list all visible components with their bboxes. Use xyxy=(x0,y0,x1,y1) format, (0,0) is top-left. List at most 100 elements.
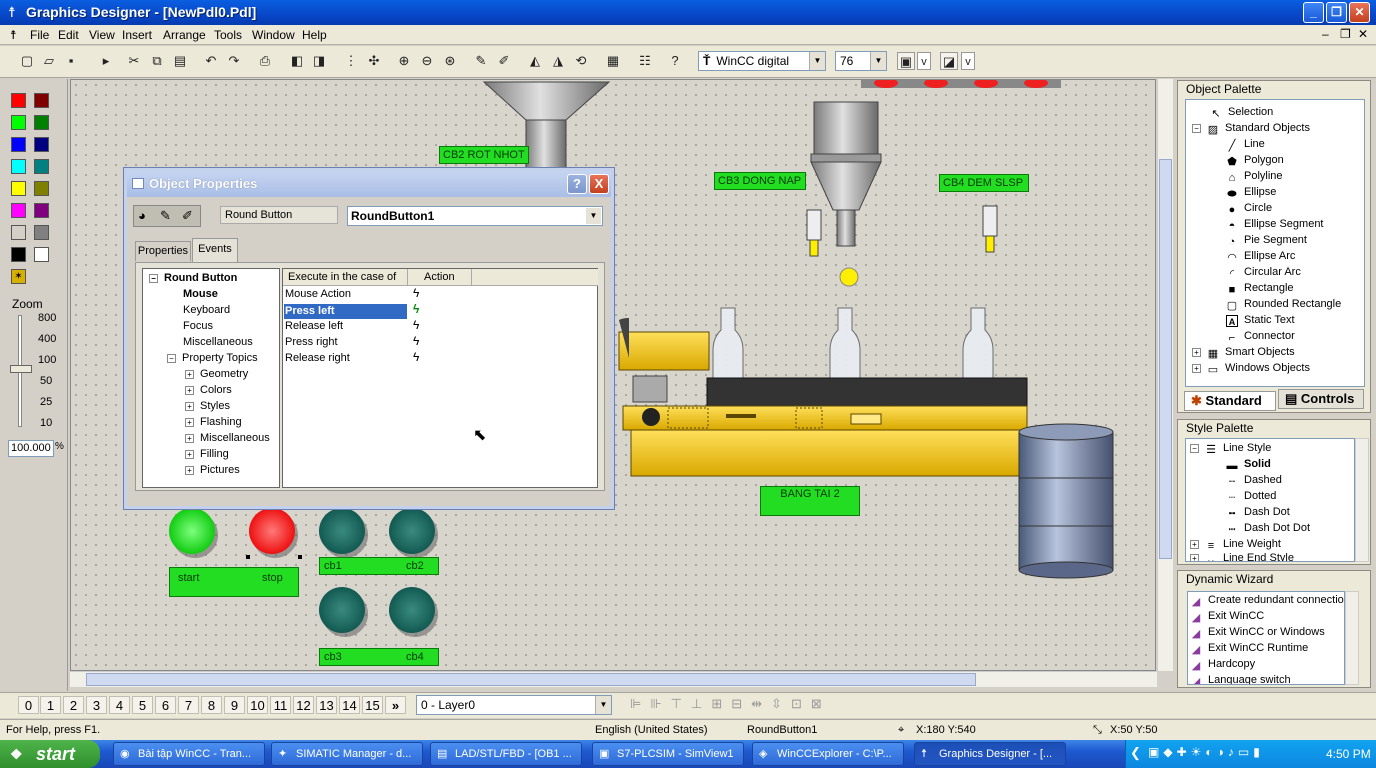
layer-button[interactable]: 2 xyxy=(63,696,84,714)
menu-tools[interactable]: Tools xyxy=(214,28,242,42)
chevron-down-icon[interactable]: ▼ xyxy=(809,52,825,70)
zoom-tick[interactable]: 400 xyxy=(38,333,56,345)
chevron-down-icon[interactable]: ▼ xyxy=(595,696,611,714)
wizard-scrollbar[interactable] xyxy=(1345,591,1359,685)
style-item-line-end-style[interactable]: + ↔ Line End Style xyxy=(1190,550,1294,561)
tree-item-miscellaneous[interactable]: Miscellaneous xyxy=(183,334,253,350)
doc-minimize-icon[interactable]: – xyxy=(1322,27,1329,41)
wizard-item[interactable]: ◢ Exit WinCC Runtime xyxy=(1190,640,1308,656)
color-swatch-white[interactable] xyxy=(34,247,49,262)
grid-icon[interactable]: ⋮ xyxy=(342,52,360,70)
style-item-dashed[interactable]: ╌ Dashed xyxy=(1226,472,1282,488)
task-plcsim[interactable]: ▣ S7-PLCSIM - SimView1 xyxy=(592,742,744,766)
layer-button[interactable]: 5 xyxy=(132,696,153,714)
layer-button[interactable]: 13 xyxy=(316,696,337,714)
minimize-button[interactable]: _ xyxy=(1303,2,1324,23)
action-lightning-icon-active[interactable]: ϟ xyxy=(413,302,419,316)
wizard-item[interactable]: ◢ Language switch xyxy=(1190,672,1291,684)
dialog-close-button[interactable]: X xyxy=(589,174,609,194)
tree-topic-colors[interactable]: + Colors xyxy=(185,382,232,398)
menu-arrange[interactable]: Arrange xyxy=(163,28,206,42)
action-lightning-icon[interactable]: ϟ xyxy=(413,334,419,348)
library-icon[interactable]: ▦ xyxy=(604,52,622,70)
task-lad-stl-fbd[interactable]: ▤ LAD/STL/FBD - [OB1 ... xyxy=(430,742,582,766)
palette-item-ellipse-arc[interactable]: ◠ Ellipse Arc xyxy=(1226,248,1295,264)
redo-icon[interactable]: ↷ xyxy=(225,52,243,70)
zoom-tick[interactable]: 25 xyxy=(40,396,52,408)
tree-item-keyboard[interactable]: Keyboard xyxy=(183,302,230,318)
tab-controls[interactable]: ▤ Controls xyxy=(1278,389,1364,409)
color-swatch-red[interactable] xyxy=(11,93,26,108)
layer-button[interactable]: 9 xyxy=(224,696,245,714)
clock[interactable]: 4:50 PM xyxy=(1326,747,1371,761)
zoom-out-icon[interactable]: ⊖ xyxy=(418,52,436,70)
open-icon[interactable]: ▱ xyxy=(40,52,58,70)
action-lightning-icon[interactable]: ϟ xyxy=(413,286,419,300)
tree-topic-filling[interactable]: + Filling xyxy=(185,446,229,462)
zoom-in-icon[interactable]: ⊕ xyxy=(395,52,413,70)
tree-topic-miscellaneous[interactable]: + Miscellaneous xyxy=(185,430,270,446)
action-lightning-icon[interactable]: ϟ xyxy=(413,350,419,364)
palette-item-pie-segment[interactable]: ◔ Pie Segment xyxy=(1226,232,1307,248)
palette-item-smart-objects[interactable]: + ▦ Smart Objects xyxy=(1192,344,1295,360)
label-cb3-dong-nap[interactable]: CB3 DONG NAP xyxy=(714,172,806,190)
print-icon[interactable]: ⎙ xyxy=(256,52,274,70)
column-header-execute[interactable]: Execute in the case of xyxy=(283,269,408,286)
palette-item-static-text[interactable]: A Static Text xyxy=(1226,312,1295,328)
color-swatch-gray[interactable] xyxy=(34,225,49,240)
color-swatch-purple[interactable] xyxy=(34,203,49,218)
send-back-icon[interactable]: ◨ xyxy=(310,52,328,70)
align-top-icon[interactable]: ⊤ xyxy=(671,696,691,711)
wizard-item[interactable]: ◢ Exit WinCC or Windows xyxy=(1190,624,1325,640)
layer-combo[interactable]: 0 - Layer0 ▼ xyxy=(416,695,612,715)
align-right-icon[interactable]: ⊪ xyxy=(650,696,670,711)
spread-v-icon[interactable]: ⇳ xyxy=(771,696,791,711)
color-swatch-silver[interactable] xyxy=(11,225,26,240)
rotate-icon[interactable]: ⟲ xyxy=(572,52,590,70)
tree-topic-flashing[interactable]: + Flashing xyxy=(185,414,242,430)
doc-restore-icon[interactable]: ❐ xyxy=(1340,27,1351,41)
action-lightning-icon[interactable]: ϟ xyxy=(413,318,419,332)
task-chrome[interactable]: ◉ Bài tập WinCC - Tran... xyxy=(113,742,265,766)
palette-item-selection[interactable]: ↖ Selection xyxy=(1210,104,1273,120)
horizontal-scroll-thumb[interactable] xyxy=(86,673,976,686)
layer-button[interactable]: 4 xyxy=(109,696,130,714)
close-button[interactable]: ✕ xyxy=(1349,2,1370,23)
layer-button[interactable]: 7 xyxy=(178,696,199,714)
pin-icon[interactable]: ◕ xyxy=(138,208,146,223)
menu-edit[interactable]: Edit xyxy=(58,28,79,42)
color-swatch-magenta[interactable] xyxy=(11,203,26,218)
font-combo[interactable]: Ť WinCC digital ▼ xyxy=(698,51,826,71)
color-swatch-navy[interactable] xyxy=(34,137,49,152)
new-icon[interactable]: ▢ xyxy=(18,52,36,70)
color-swatch-yellow[interactable] xyxy=(11,181,26,196)
palette-item-windows-objects[interactable]: + ▭ Windows Objects xyxy=(1192,360,1310,376)
style-item-solid[interactable]: ▬ Solid xyxy=(1226,456,1271,472)
vertical-scroll-thumb[interactable] xyxy=(1159,159,1172,559)
tree-item-mouse[interactable]: Mouse xyxy=(183,286,218,302)
zoom-tick[interactable]: 50 xyxy=(40,375,52,387)
same-height-icon[interactable]: ⊠ xyxy=(811,696,831,711)
cut-icon[interactable]: ✂ xyxy=(125,52,143,70)
fill-icon[interactable]: ◪ xyxy=(940,52,958,70)
copy-props-icon[interactable]: ✎ xyxy=(160,208,171,224)
mirror-v-icon[interactable]: ◮ xyxy=(549,52,567,70)
event-row[interactable]: Release left xyxy=(285,320,343,332)
wizard-item[interactable]: ◢ Create redundant connection xyxy=(1190,592,1344,608)
column-header-action[interactable]: Action xyxy=(408,269,472,286)
collapse-icon[interactable]: − xyxy=(167,354,176,363)
menu-view[interactable]: View xyxy=(89,28,115,42)
expand-icon[interactable]: + xyxy=(185,450,194,459)
border-dropdown[interactable]: v xyxy=(917,52,931,70)
layers-more-button[interactable]: » xyxy=(385,696,406,714)
task-graphics-designer[interactable]: ☨ Graphics Designer - [... xyxy=(914,742,1066,766)
chevron-down-icon[interactable]: ▼ xyxy=(870,52,886,70)
zoom-tick[interactable]: 100 xyxy=(38,354,56,366)
undo-icon[interactable]: ↶ xyxy=(202,52,220,70)
tray-arrow-icon[interactable]: ❮ xyxy=(1130,745,1141,761)
wizard-item[interactable]: ◢ Exit WinCC xyxy=(1190,608,1264,624)
layer-button[interactable]: 1 xyxy=(40,696,61,714)
color-swatch-cyan[interactable] xyxy=(11,159,26,174)
color-swatch-teal[interactable] xyxy=(34,159,49,174)
label-cb3-cb4[interactable]: cb3 cb4 xyxy=(319,648,439,666)
